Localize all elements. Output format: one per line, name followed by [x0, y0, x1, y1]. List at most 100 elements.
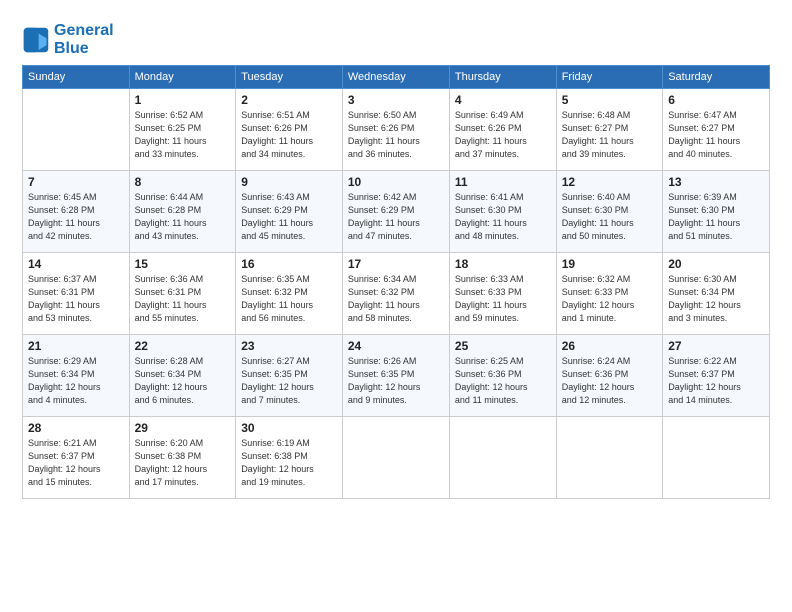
day-number: 13	[668, 175, 764, 189]
day-number: 8	[135, 175, 231, 189]
day-number: 12	[562, 175, 658, 189]
day-number: 27	[668, 339, 764, 353]
day-info: Sunrise: 6:29 AM Sunset: 6:34 PM Dayligh…	[28, 355, 124, 407]
day-info: Sunrise: 6:22 AM Sunset: 6:37 PM Dayligh…	[668, 355, 764, 407]
day-info: Sunrise: 6:36 AM Sunset: 6:31 PM Dayligh…	[135, 273, 231, 325]
calendar-week-1: 1 Sunrise: 6:52 AM Sunset: 6:25 PM Daylig…	[23, 89, 770, 171]
day-info: Sunrise: 6:52 AM Sunset: 6:25 PM Dayligh…	[135, 109, 231, 161]
day-info: Sunrise: 6:28 AM Sunset: 6:34 PM Dayligh…	[135, 355, 231, 407]
calendar-week-4: 21Sunrise: 6:29 AM Sunset: 6:34 PM Dayli…	[23, 335, 770, 417]
day-number: 29	[135, 421, 231, 435]
day-number: 30	[241, 421, 337, 435]
weekday-header-saturday: Saturday	[663, 66, 770, 89]
calendar-cell: 2 Sunrise: 6:51 AM Sunset: 6:26 PM Daylig…	[236, 89, 343, 171]
day-info: Sunrise: 6:20 AM Sunset: 6:38 PM Dayligh…	[135, 437, 231, 489]
day-number: 28	[28, 421, 124, 435]
header-row: General Blue	[22, 18, 770, 57]
day-info: Sunrise: 6:21 AM Sunset: 6:37 PM Dayligh…	[28, 437, 124, 489]
day-info: Sunrise: 6:24 AM Sunset: 6:36 PM Dayligh…	[562, 355, 658, 407]
day-info: Sunrise: 6:33 AM Sunset: 6:33 PM Dayligh…	[455, 273, 551, 325]
calendar-cell	[556, 417, 663, 499]
calendar-cell: 10Sunrise: 6:42 AM Sunset: 6:29 PM Dayli…	[342, 171, 449, 253]
day-info: Sunrise: 6:35 AM Sunset: 6:32 PM Dayligh…	[241, 273, 337, 325]
calendar-cell: 14 Sunrise: 6:37 AM Sunset: 6:31 PM Dayli…	[23, 253, 130, 335]
calendar-cell	[23, 89, 130, 171]
weekday-header-row: SundayMondayTuesdayWednesdayThursdayFrid…	[23, 66, 770, 89]
weekday-header-thursday: Thursday	[449, 66, 556, 89]
day-number: 19	[562, 257, 658, 271]
calendar-cell: 15 Sunrise: 6:36 AM Sunset: 6:31 PM Dayli…	[129, 253, 236, 335]
day-info: Sunrise: 6:32 AM Sunset: 6:33 PM Dayligh…	[562, 273, 658, 325]
calendar-cell: 16 Sunrise: 6:35 AM Sunset: 6:32 PM Dayli…	[236, 253, 343, 335]
day-number: 11	[455, 175, 551, 189]
calendar-cell: 19 Sunrise: 6:32 AM Sunset: 6:33 PM Dayli…	[556, 253, 663, 335]
calendar-page: General Blue SundayMondayTuesdayWednesda…	[0, 0, 792, 612]
calendar-cell: 6Sunrise: 6:47 AM Sunset: 6:27 PM Daylig…	[663, 89, 770, 171]
day-number: 9	[241, 175, 337, 189]
day-number: 10	[348, 175, 444, 189]
calendar-cell: 29 Sunrise: 6:20 AM Sunset: 6:38 PM Dayli…	[129, 417, 236, 499]
day-info: Sunrise: 6:51 AM Sunset: 6:26 PM Dayligh…	[241, 109, 337, 161]
calendar-cell: 17Sunrise: 6:34 AM Sunset: 6:32 PM Dayli…	[342, 253, 449, 335]
day-number: 20	[668, 257, 764, 271]
calendar-cell: 26Sunrise: 6:24 AM Sunset: 6:36 PM Dayli…	[556, 335, 663, 417]
calendar-cell: 7 Sunrise: 6:45 AM Sunset: 6:28 PM Daylig…	[23, 171, 130, 253]
calendar-cell	[449, 417, 556, 499]
calendar-cell: 12 Sunrise: 6:40 AM Sunset: 6:30 PM Dayli…	[556, 171, 663, 253]
day-number: 18	[455, 257, 551, 271]
calendar-cell	[342, 417, 449, 499]
day-number: 22	[135, 339, 231, 353]
calendar-cell: 23Sunrise: 6:27 AM Sunset: 6:35 PM Dayli…	[236, 335, 343, 417]
calendar-cell: 27 Sunrise: 6:22 AM Sunset: 6:37 PM Dayli…	[663, 335, 770, 417]
day-info: Sunrise: 6:37 AM Sunset: 6:31 PM Dayligh…	[28, 273, 124, 325]
day-info: Sunrise: 6:43 AM Sunset: 6:29 PM Dayligh…	[241, 191, 337, 243]
logo-icon	[22, 26, 50, 54]
day-info: Sunrise: 6:50 AM Sunset: 6:26 PM Dayligh…	[348, 109, 444, 161]
calendar-cell: 24 Sunrise: 6:26 AM Sunset: 6:35 PM Dayli…	[342, 335, 449, 417]
calendar-cell: 28 Sunrise: 6:21 AM Sunset: 6:37 PM Dayli…	[23, 417, 130, 499]
day-info: Sunrise: 6:45 AM Sunset: 6:28 PM Dayligh…	[28, 191, 124, 243]
day-number: 14	[28, 257, 124, 271]
day-info: Sunrise: 6:25 AM Sunset: 6:36 PM Dayligh…	[455, 355, 551, 407]
calendar-cell: 22 Sunrise: 6:28 AM Sunset: 6:34 PM Dayli…	[129, 335, 236, 417]
day-number: 16	[241, 257, 337, 271]
calendar-cell: 30 Sunrise: 6:19 AM Sunset: 6:38 PM Dayli…	[236, 417, 343, 499]
day-number: 6	[668, 93, 764, 107]
calendar-week-3: 14 Sunrise: 6:37 AM Sunset: 6:31 PM Dayli…	[23, 253, 770, 335]
day-info: Sunrise: 6:48 AM Sunset: 6:27 PM Dayligh…	[562, 109, 658, 161]
day-number: 24	[348, 339, 444, 353]
day-number: 7	[28, 175, 124, 189]
day-info: Sunrise: 6:26 AM Sunset: 6:35 PM Dayligh…	[348, 355, 444, 407]
calendar-cell: 5 Sunrise: 6:48 AM Sunset: 6:27 PM Daylig…	[556, 89, 663, 171]
weekday-header-tuesday: Tuesday	[236, 66, 343, 89]
day-info: Sunrise: 6:30 AM Sunset: 6:34 PM Dayligh…	[668, 273, 764, 325]
weekday-header-friday: Friday	[556, 66, 663, 89]
day-info: Sunrise: 6:39 AM Sunset: 6:30 PM Dayligh…	[668, 191, 764, 243]
calendar-cell: 11 Sunrise: 6:41 AM Sunset: 6:30 PM Dayli…	[449, 171, 556, 253]
calendar-cell: 1 Sunrise: 6:52 AM Sunset: 6:25 PM Daylig…	[129, 89, 236, 171]
calendar-week-2: 7 Sunrise: 6:45 AM Sunset: 6:28 PM Daylig…	[23, 171, 770, 253]
calendar-cell: 3Sunrise: 6:50 AM Sunset: 6:26 PM Daylig…	[342, 89, 449, 171]
day-number: 5	[562, 93, 658, 107]
logo-text: General Blue	[54, 22, 114, 57]
calendar-cell: 8Sunrise: 6:44 AM Sunset: 6:28 PM Daylig…	[129, 171, 236, 253]
calendar-cell: 18 Sunrise: 6:33 AM Sunset: 6:33 PM Dayli…	[449, 253, 556, 335]
calendar-week-5: 28 Sunrise: 6:21 AM Sunset: 6:37 PM Dayli…	[23, 417, 770, 499]
day-number: 15	[135, 257, 231, 271]
day-number: 2	[241, 93, 337, 107]
weekday-header-monday: Monday	[129, 66, 236, 89]
logo: General Blue	[22, 22, 114, 57]
calendar-cell: 21Sunrise: 6:29 AM Sunset: 6:34 PM Dayli…	[23, 335, 130, 417]
day-info: Sunrise: 6:19 AM Sunset: 6:38 PM Dayligh…	[241, 437, 337, 489]
calendar-table: SundayMondayTuesdayWednesdayThursdayFrid…	[22, 65, 770, 499]
day-info: Sunrise: 6:40 AM Sunset: 6:30 PM Dayligh…	[562, 191, 658, 243]
day-number: 25	[455, 339, 551, 353]
calendar-cell: 20 Sunrise: 6:30 AM Sunset: 6:34 PM Dayli…	[663, 253, 770, 335]
day-info: Sunrise: 6:41 AM Sunset: 6:30 PM Dayligh…	[455, 191, 551, 243]
day-number: 23	[241, 339, 337, 353]
day-number: 1	[135, 93, 231, 107]
calendar-cell: 13 Sunrise: 6:39 AM Sunset: 6:30 PM Dayli…	[663, 171, 770, 253]
calendar-cell	[663, 417, 770, 499]
day-info: Sunrise: 6:34 AM Sunset: 6:32 PM Dayligh…	[348, 273, 444, 325]
weekday-header-wednesday: Wednesday	[342, 66, 449, 89]
